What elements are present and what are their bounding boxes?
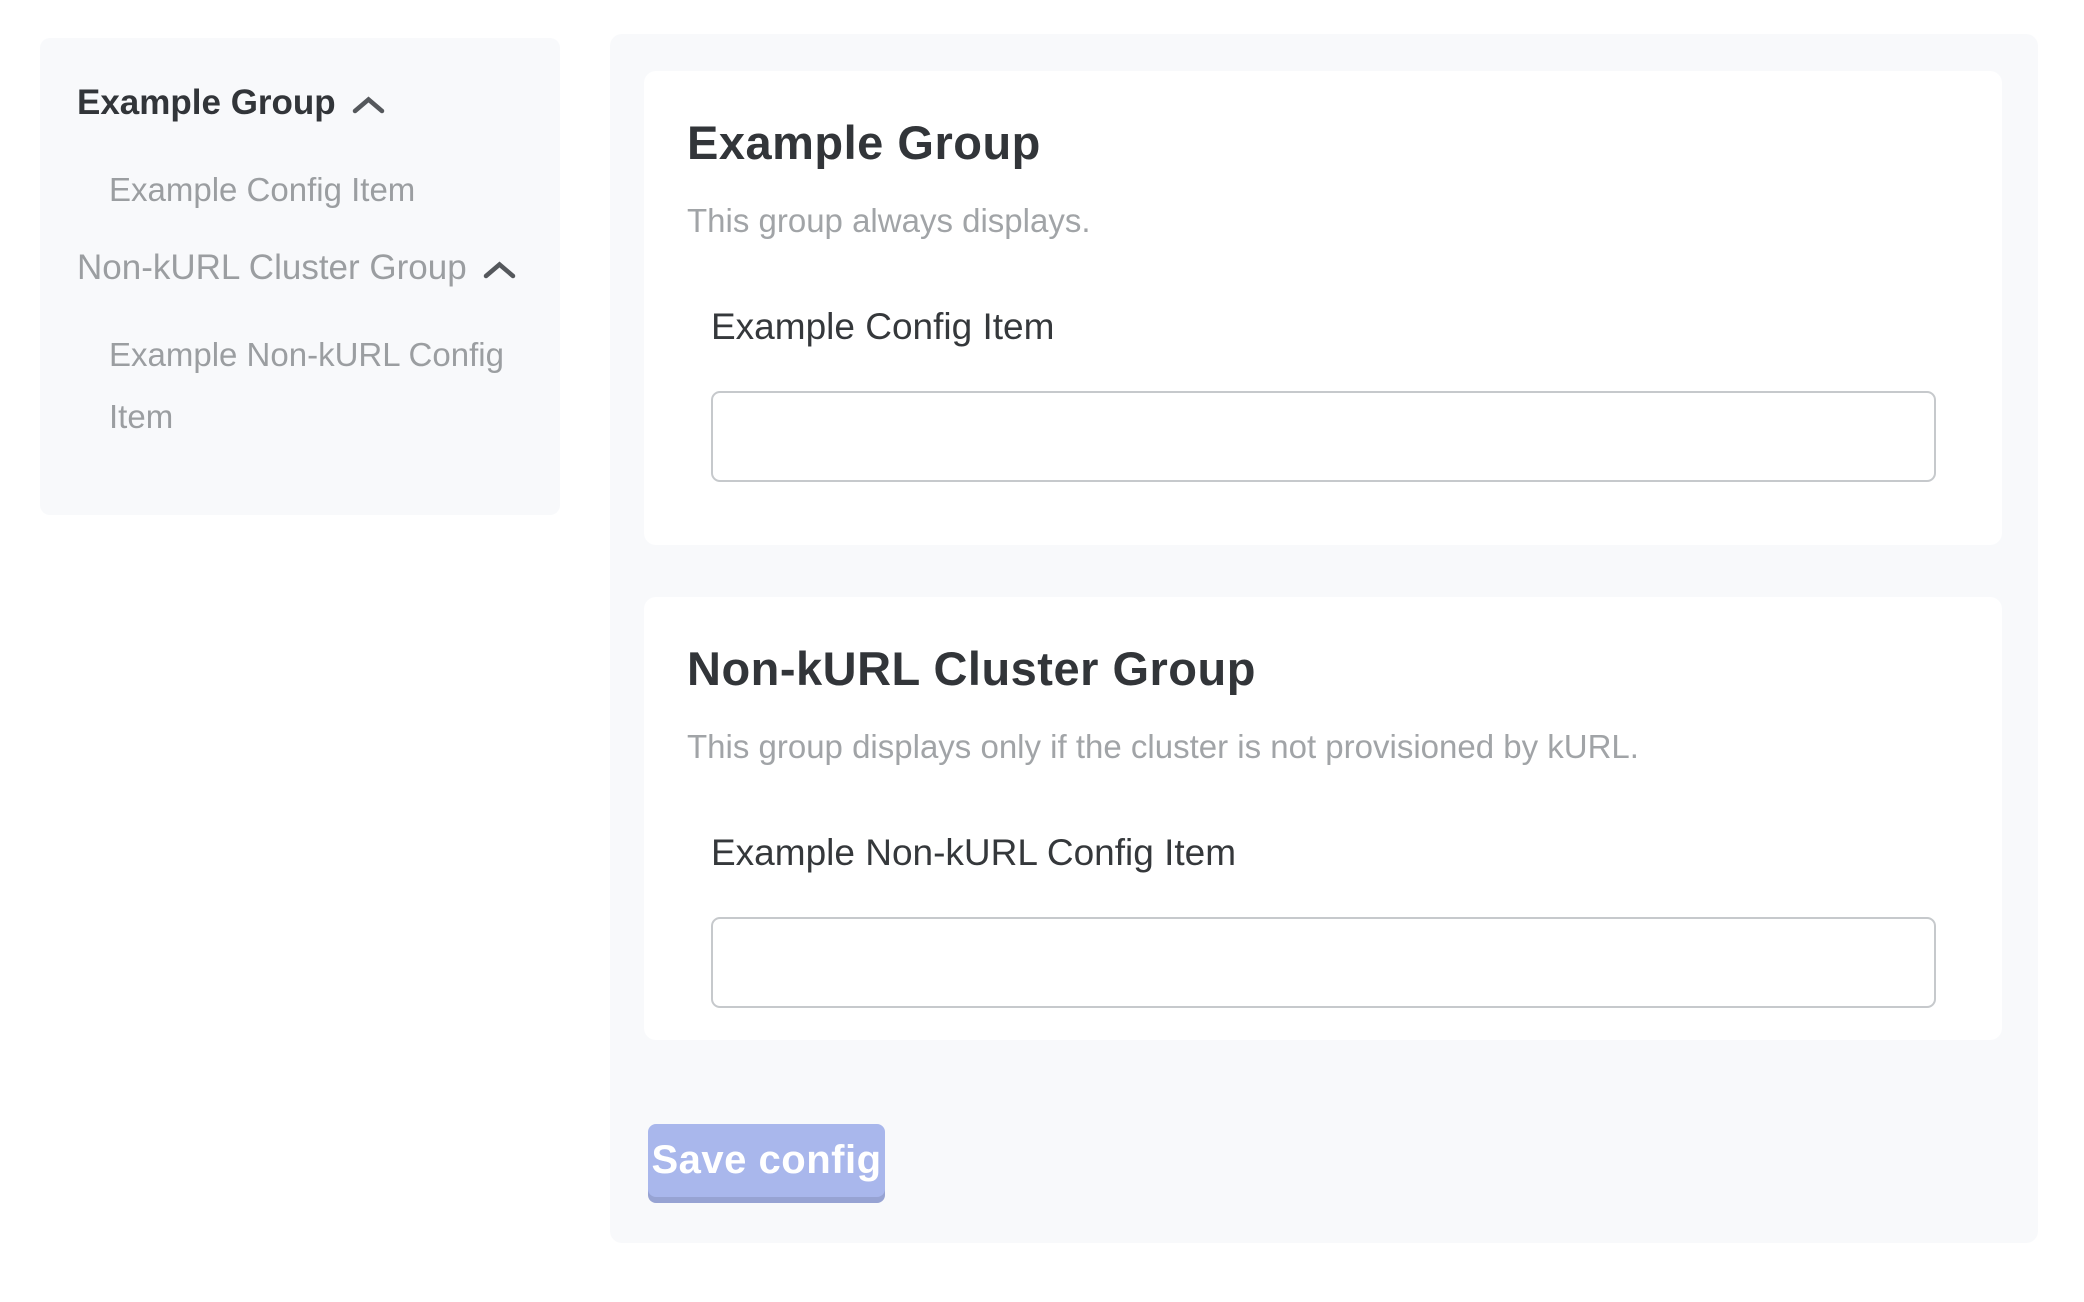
config-item: Example Config Item	[711, 303, 1936, 482]
group-title: Example Group	[687, 112, 1936, 174]
save-config-button[interactable]: Save config	[648, 1124, 885, 1197]
group-description: This group always displays.	[687, 199, 1936, 243]
example-config-item-input[interactable]	[711, 391, 1936, 482]
config-page: Example Group Example Config Item Non-kU…	[0, 0, 2084, 1302]
config-sidebar: Example Group Example Config Item Non-kU…	[40, 38, 560, 515]
config-group-card-non-kurl-cluster-group: Non-kURL Cluster Group This group displa…	[644, 597, 2002, 1040]
chevron-up-icon[interactable]	[352, 96, 385, 114]
config-item-label: Example Non-kURL Config Item	[711, 829, 1936, 877]
sidebar-item-example-non-kurl-config-item[interactable]: Example Non-kURL Config Item	[109, 324, 521, 448]
sidebar-group-label: Non-kURL Cluster Group	[77, 245, 467, 291]
config-item: Example Non-kURL Config Item	[711, 829, 1936, 1008]
example-non-kurl-config-item-input[interactable]	[711, 917, 1936, 1008]
sidebar-group-example-group[interactable]: Example Group	[77, 80, 530, 126]
chevron-up-icon[interactable]	[483, 261, 516, 279]
sidebar-group-label: Example Group	[77, 80, 336, 126]
sidebar-item-example-config-item[interactable]: Example Config Item	[109, 159, 530, 221]
config-group-card-example-group: Example Group This group always displays…	[644, 71, 2002, 545]
group-title: Non-kURL Cluster Group	[687, 638, 1936, 700]
group-description: This group displays only if the cluster …	[687, 725, 1936, 769]
sidebar-group-non-kurl-cluster-group[interactable]: Non-kURL Cluster Group	[77, 245, 530, 291]
config-item-label: Example Config Item	[711, 303, 1936, 351]
config-main-area: Example Group This group always displays…	[610, 34, 2038, 1243]
